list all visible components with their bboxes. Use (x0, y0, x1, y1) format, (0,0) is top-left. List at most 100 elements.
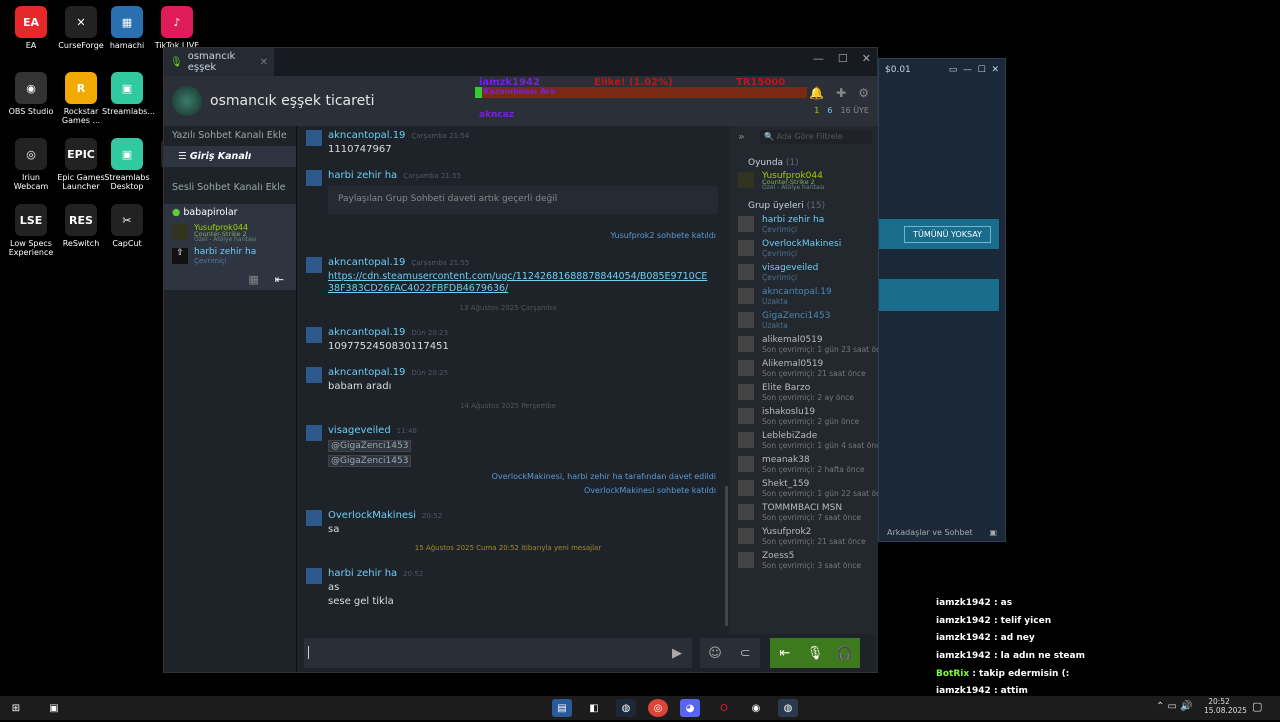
member-item[interactable]: Elite Barzo Son çevrimiçi: 2 ay önce (738, 382, 878, 406)
windows-start-icon[interactable]: ⊞ (6, 699, 26, 717)
store-icon[interactable]: ◧ (584, 699, 604, 717)
desktop-icon[interactable]: ◎ Iriun Webcam (6, 138, 56, 191)
friends-bar[interactable]: Arkadaşlar ve Sohbet ▣ (879, 528, 1005, 537)
header-actions[interactable]: 🔔 ✚ ⚙ (809, 86, 869, 100)
bell-icon[interactable]: 🔔 (809, 86, 824, 100)
chrome-icon[interactable]: ◎ (648, 699, 668, 717)
member-item[interactable]: Shekt_159 Son çevrimiçi: 1 gün 22 saat ön… (738, 478, 878, 502)
ignore-all-button[interactable]: TÜMÜNÜ YOKSAY (904, 225, 991, 243)
avatar[interactable] (306, 367, 322, 383)
add-voice-channel[interactable]: Sesli Sohbet Kanalı Ekle (164, 177, 296, 198)
desktop-icon[interactable]: EA EA (6, 6, 56, 50)
member-item[interactable]: visageveiled Çevrimiçi (738, 262, 878, 286)
member-item[interactable]: Alikemal0519 Son çevrimiçi: 21 saat önce (738, 358, 878, 382)
close-tab-icon[interactable]: ✕ (260, 57, 268, 68)
avatar[interactable] (306, 257, 322, 273)
member-item[interactable]: Yusufprok2 Son çevrimiçi: 21 saat önce (738, 526, 878, 550)
member-search-input[interactable]: 🔍 Ada Göre Filtrele (760, 130, 872, 144)
clock[interactable]: 20:52 15.08.2025 (1204, 697, 1247, 715)
message-author[interactable]: akncantopal.19 Çarşamba 21:54 (328, 130, 469, 141)
avatar[interactable] (306, 327, 322, 343)
message-author[interactable]: OverlockMakinesi 20:52 (328, 510, 442, 521)
window-controls[interactable]: — ☐ ✕ (813, 52, 871, 65)
attach-button[interactable]: ⊂ (730, 638, 760, 668)
headphones-button[interactable]: 🎧 (830, 638, 860, 668)
desktop-icon[interactable]: ▦ hamachi (102, 6, 152, 50)
obs-icon[interactable]: ◉ (746, 699, 766, 717)
in-game-header-label: Oyunda (748, 158, 784, 168)
message-author[interactable]: akncantopal.19 Dün 20:25 (328, 367, 448, 378)
chat-scrollbar[interactable] (725, 486, 728, 626)
message-author[interactable]: visageveiled 11:46 (328, 425, 417, 436)
desktop-icon[interactable]: RES ReSwitch (56, 204, 106, 248)
avatar[interactable] (306, 568, 322, 584)
message-input[interactable] (304, 638, 692, 668)
leave-voice-icon[interactable]: ⇤ (275, 273, 284, 286)
mention-chip[interactable]: @GigaZenci1453 (328, 455, 412, 467)
channel-entry[interactable]: ☰ Giriş Kanalı (164, 146, 296, 167)
desktop-icon[interactable]: LSE Low Specs Experience (6, 204, 56, 257)
message-author[interactable]: harbi zehir ha Çarşamba 21:55 (328, 170, 461, 181)
desktop-icon[interactable]: ◉ OBS Studio (6, 72, 56, 116)
add-user-icon[interactable]: ✚ (836, 86, 846, 100)
mic-button[interactable]: 🎙 (800, 638, 830, 668)
mention-chip[interactable]: @GigaZenci1453 (328, 440, 412, 452)
desktop-icon[interactable]: ✂ CapCut (102, 204, 152, 248)
desktop-icon[interactable]: ♪ TikTok LIVE (152, 6, 202, 50)
window-controls[interactable]: ▭ — ☐ ✕ (949, 65, 999, 75)
message-link[interactable]: https://cdn.steamusercontent.com/ugc/112… (328, 271, 708, 295)
add-text-channel[interactable]: Yazılı Sohbet Kanalı Ekle (164, 126, 296, 146)
member-item[interactable]: alikemal0519 Son çevrimiçi: 1 gün 23 saat… (738, 334, 878, 358)
message-author[interactable]: akncantopal.19 Dün 20:23 (328, 327, 448, 338)
member-item[interactable]: LeblebiZade Son çevrimiçi: 1 gün 4 saat ö… (738, 430, 878, 454)
friends-chat-label[interactable]: Arkadaşlar ve Sohbet (887, 528, 973, 537)
gear-icon[interactable]: ⚙ (858, 86, 869, 100)
group-chat-window[interactable]: 🎙 osmancık eşşek ✕ — ☐ ✕ osmancık eşşek ti… (163, 47, 878, 673)
collapse-icon[interactable]: » (738, 130, 745, 143)
member-item[interactable]: Zoess5 Son çevrimiçi: 3 saat önce (738, 550, 878, 574)
desktop-icon[interactable]: EPIC Epic Games Launcher (56, 138, 106, 191)
avatar[interactable] (306, 170, 322, 186)
member-in-game[interactable]: Yusufprok044 Counter-Strike 2 Özel - Atö… (738, 170, 878, 194)
steam-main-window[interactable]: $0.01 ▭ — ☐ ✕ TÜMÜNÜ YOKSAY Arkadaşlar v… (878, 58, 1006, 542)
voice-channel[interactable]: ● babapirolar Yusufprok044 Counter-Strik… (164, 204, 296, 290)
member-item[interactable]: ishakoslu19 Son çevrimiçi: 2 gün önce (738, 406, 878, 430)
chat-tab[interactable]: 🎙 osmancık eşşek ✕ (164, 48, 274, 76)
send-button[interactable]: ▶ (662, 638, 692, 668)
explorer-icon[interactable]: ▤ (552, 699, 572, 717)
member-item[interactable]: TOMMMBACI MSN Son çevrimiçi: 7 saat önce (738, 502, 878, 526)
message-author[interactable]: harbi zehir ha 20:52 (328, 568, 423, 579)
notification-icon[interactable]: ▢ (1252, 700, 1262, 713)
member-item[interactable]: OverlockMakinesi Çevrimiçi (738, 238, 878, 262)
taskbar: ⊞ ▣ ▤ ◧ ◍ ◎ ◕ O ◉ ◍ ⌃ ▭ 🔊 20:52 15.08.20… (0, 696, 1280, 720)
chat-messages[interactable]: akncantopal.19 Çarşamba 21:54 1110747967 ha… (298, 126, 728, 632)
desktop-icon[interactable]: ✕ CurseForge (56, 6, 106, 50)
opera-icon[interactable]: O (714, 699, 734, 717)
author-name: akncantopal.19 (328, 257, 406, 268)
minimize-icon[interactable]: — (813, 52, 824, 65)
desktop-icon[interactable]: ▣ Streamlabs Desktop (102, 138, 152, 191)
maximize-icon[interactable]: ☐ (838, 52, 848, 65)
task-view-icon[interactable]: ▣ (44, 699, 64, 717)
avatar[interactable] (306, 510, 322, 526)
member-item[interactable]: GigaZenci1453 Uzakta (738, 310, 878, 334)
steam-icon[interactable]: ◍ (616, 699, 636, 717)
desktop-icon-label: Rockstar Games ... (61, 107, 101, 125)
leave-voice-button[interactable]: ⇤ (770, 638, 800, 668)
desktop-icon[interactable]: ▣ Streamlabs... (102, 72, 155, 116)
desktop-icon[interactable]: R Rockstar Games ... (56, 72, 106, 125)
tray-icons[interactable]: ⌃ ▭ 🔊 (1156, 701, 1193, 712)
avatar[interactable] (306, 130, 322, 146)
voice-actions[interactable]: ▦ ⇤ (248, 273, 284, 286)
discord-icon[interactable]: ◕ (680, 699, 700, 717)
emoji-button[interactable]: ☺ (700, 638, 730, 668)
avatar[interactable] (306, 425, 322, 441)
member-item[interactable]: harbi zehir ha Çevrimiçi (738, 214, 878, 238)
member-item[interactable]: meanak38 Son çevrimiçi: 2 hafta önce (738, 454, 878, 478)
calendar-icon[interactable]: ▦ (248, 273, 258, 286)
steam-chat-icon[interactable]: ◍ (778, 699, 798, 717)
member-item[interactable]: akncantopal.19 Uzakta (738, 286, 878, 310)
close-icon[interactable]: ✕ (862, 52, 871, 65)
avatar (738, 288, 754, 304)
message-author[interactable]: akncantopal.19 Çarşamba 21:55 (328, 257, 469, 268)
